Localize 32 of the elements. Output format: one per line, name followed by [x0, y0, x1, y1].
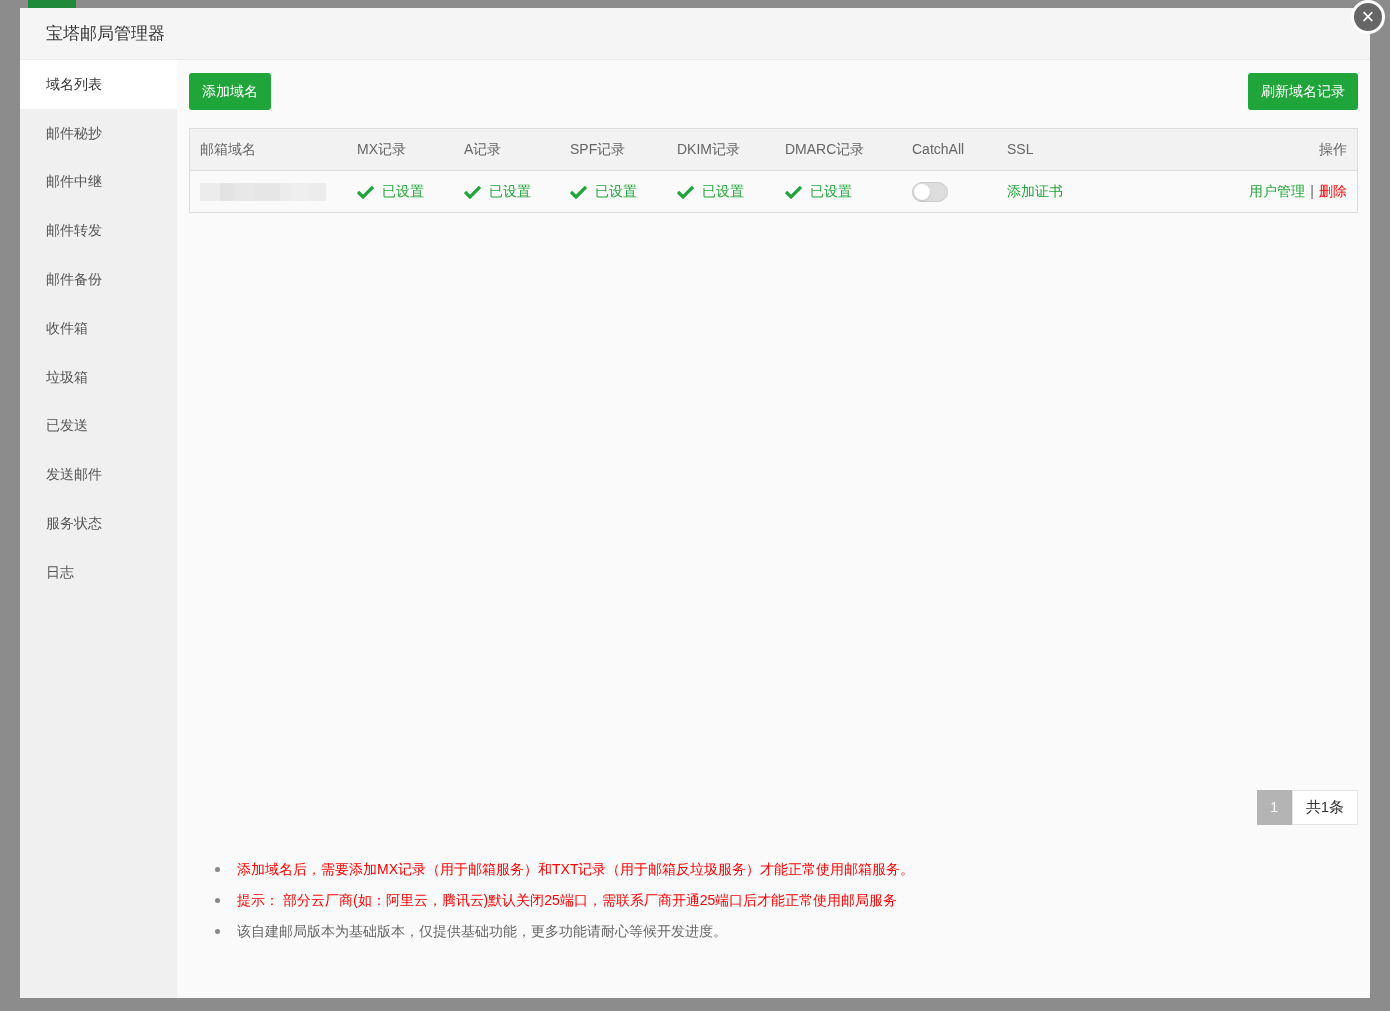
delete-link[interactable]: 删除 [1319, 181, 1347, 202]
column-header: SPF记录 [570, 141, 626, 157]
note-text: 提示： 部分云厂商(如：阿里云，腾讯云)默认关闭25端口，需联系厂商开通25端口后才能正常使用邮局服务 [237, 891, 898, 910]
record-status: 已设置 [702, 182, 744, 201]
record-status: 已设置 [810, 182, 852, 201]
bullet-icon [215, 898, 220, 903]
check-icon [570, 184, 587, 199]
separator: | [1310, 182, 1314, 201]
check-icon [677, 184, 694, 199]
window-title: 宝塔邮局管理器 [46, 22, 165, 45]
column-header: DKIM记录 [677, 141, 740, 157]
total-count: 共1条 [1291, 790, 1358, 825]
bullet-icon [215, 929, 220, 934]
close-button[interactable]: × [1351, 0, 1385, 34]
sidebar-item[interactable]: 域名列表 [20, 60, 177, 109]
record-status: 已设置 [489, 182, 531, 201]
catchall-toggle[interactable] [912, 181, 948, 202]
check-icon [464, 184, 481, 199]
column-header: 操作 [1319, 141, 1347, 157]
column-header: CatchAll [912, 141, 965, 157]
column-header: SSL [1007, 141, 1034, 157]
note-text: 该自建邮局版本为基础版本，仅提供基础功能，更多功能请耐心等候开发进度。 [237, 922, 727, 941]
column-header: 邮箱域名 [200, 141, 256, 157]
check-icon [357, 184, 374, 199]
note-text: 添加域名后，需要添加MX记录（用于邮箱服务）和TXT记录（用于邮箱反垃圾服务）才能正常使用邮箱服务。 [237, 860, 915, 879]
record-status: 已设置 [382, 182, 424, 201]
check-icon [785, 184, 802, 199]
column-header: MX记录 [357, 141, 406, 157]
column-header: A记录 [464, 141, 502, 157]
column-header: DMARC记录 [785, 141, 865, 157]
bullet-icon [215, 867, 220, 872]
record-status: 已设置 [595, 182, 637, 201]
